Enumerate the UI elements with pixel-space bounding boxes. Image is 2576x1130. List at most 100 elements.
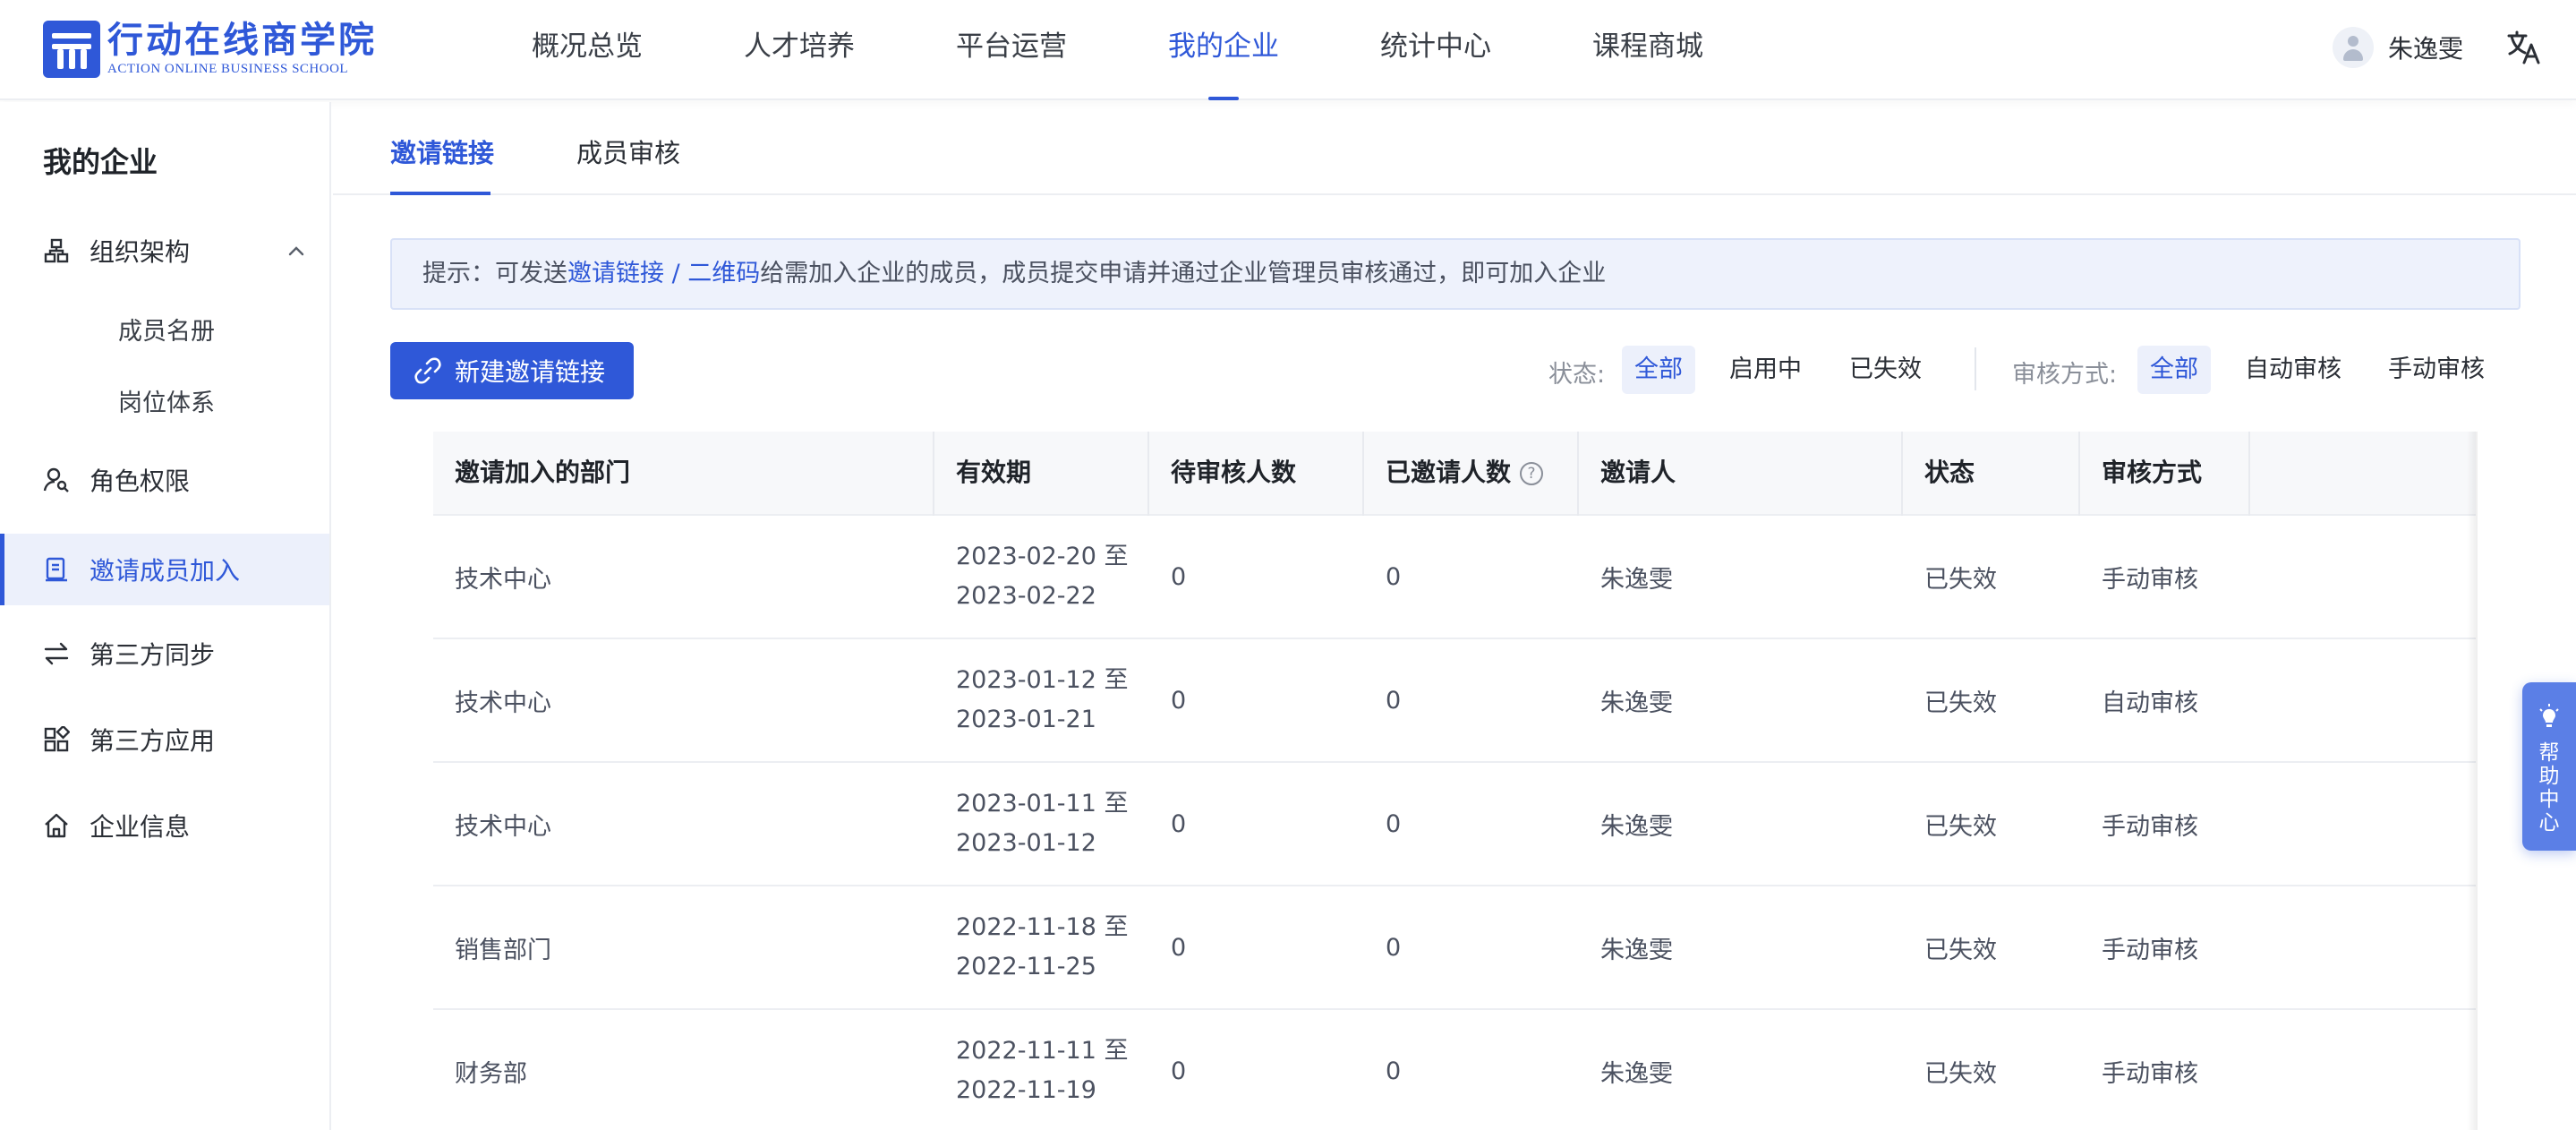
table-row: 财务部 2022-11-11 至 2022-11-19 0 0 朱逸雯 已失效 … — [433, 1010, 2476, 1130]
cell-status: 已失效 — [1924, 689, 1997, 717]
review-filter-manual[interactable]: 手动审核 — [2376, 346, 2497, 394]
cell-review-method: 自动审核 — [2102, 689, 2198, 717]
tip-link-separator: / — [664, 260, 688, 287]
status-filter-label: 状态: — [1548, 361, 1606, 389]
top-navigation-bar: 行动在线商学院 ACTION ONLINE BUSINESS SCHOOL 概况… — [0, 0, 2576, 100]
brand-logo[interactable]: 行动在线商学院 ACTION ONLINE BUSINESS SCHOOL — [43, 20, 377, 79]
nav-item-overview[interactable]: 概况总览 — [532, 0, 643, 100]
cell-status: 已失效 — [1924, 936, 1997, 964]
status-filter-expired[interactable]: 已失效 — [1837, 346, 1934, 394]
help-question-icon[interactable]: ? — [1520, 462, 1544, 485]
invite-icon — [46, 557, 67, 582]
cell-validity: 2022-11-18 至 2022-11-25 — [934, 886, 1129, 1008]
sidebar-item-third-party-apps[interactable]: 第三方应用 — [0, 704, 329, 775]
table-row: 技术中心 2023-01-12 至 2023-01-21 0 0 朱逸雯 已失效… — [433, 639, 2476, 763]
cell-invited: 0 — [1386, 809, 1402, 838]
tip-prefix: 提示：可发送 — [422, 260, 567, 287]
cell-status: 已失效 — [1924, 1059, 1997, 1088]
col-header-pending: 待审核人数 — [1149, 432, 1364, 516]
tip-link-invite[interactable]: 邀请链接 — [567, 260, 664, 287]
user-name: 朱逸雯 — [2388, 34, 2464, 64]
help-center-char: 助 — [2538, 765, 2560, 788]
nav-item-statistics[interactable]: 统计中心 — [1380, 0, 1491, 100]
cell-validity-to: 2022-11-19 — [956, 1076, 1096, 1104]
sidebar-item-enterprise-info[interactable]: 企业信息 — [0, 790, 329, 861]
sidebar-item-role-permissions[interactable]: 角色权限 — [0, 444, 329, 516]
tab-member-review[interactable]: 成员审核 — [576, 133, 680, 170]
help-center-char: 中 — [2538, 788, 2560, 811]
cell-invited: 0 — [1386, 933, 1402, 962]
sidebar-item-label: 第三方同步 — [90, 640, 216, 670]
col-header-status: 状态 — [1903, 432, 2080, 516]
cell-department: 财务部 — [455, 1059, 527, 1088]
nav-item-operations[interactable]: 平台运营 — [956, 0, 1067, 100]
tip-link-qrcode[interactable]: 二维码 — [687, 260, 760, 287]
cell-pending: 0 — [1171, 1057, 1187, 1085]
tip-suffix: 给需加入企业的成员，成员提交申请并通过企业管理员审核通过，即可加入企业 — [760, 260, 1607, 287]
sidebar-item-label: 角色权限 — [90, 467, 191, 496]
sidebar-item-invite-members[interactable]: 邀请成员加入 — [0, 534, 329, 605]
invite-links-table: 邀请加入的部门 有效期 待审核人数 已邀请人数? 邀请人 状态 审核方式 技术中… — [433, 432, 2476, 1130]
user-key-icon — [43, 467, 69, 492]
brand-name-en: ACTION ONLINE BUSINESS SCHOOL — [107, 62, 349, 76]
sidebar-item-label: 第三方应用 — [90, 726, 216, 756]
table-header: 邀请加入的部门 有效期 待审核人数 已邀请人数? 邀请人 状态 审核方式 — [433, 432, 2476, 516]
col-header-review-method: 审核方式 — [2080, 432, 2250, 516]
new-invite-link-label: 新建邀请链接 — [455, 357, 606, 387]
nav-active-indicator — [1208, 97, 1239, 100]
cell-pending: 0 — [1171, 686, 1187, 715]
tip-banner: 提示：可发送邀请链接 / 二维码给需加入企业的成员，成员提交申请并通过企业管理员… — [390, 238, 2521, 310]
sidebar-subitem-position-system[interactable]: 岗位体系 — [118, 383, 215, 418]
cell-review-method: 手动审核 — [2102, 936, 2198, 964]
sidebar-title: 我的企业 — [43, 145, 158, 179]
sidebar-item-label: 邀请成员加入 — [90, 556, 241, 586]
brand-name-cn: 行动在线商学院 — [107, 20, 377, 61]
cell-validity: 2023-02-20 至 2023-02-22 — [934, 516, 1129, 638]
cell-validity-to: 2023-01-12 — [956, 829, 1096, 857]
lightbulb-icon — [2539, 704, 2559, 727]
cell-validity-from: 2023-01-11 至 — [956, 790, 1129, 818]
help-center-button[interactable]: 帮 助 中 心 — [2522, 682, 2576, 851]
cell-validity: 2022-11-11 至 2022-11-19 — [934, 1010, 1129, 1130]
cell-validity-from: 2023-02-20 至 — [956, 543, 1129, 570]
review-filter-label: 审核方式: — [2012, 361, 2118, 389]
nav-item-talent[interactable]: 人才培养 — [744, 0, 855, 100]
status-filter-active[interactable]: 启用中 — [1717, 346, 1814, 394]
cell-department: 销售部门 — [455, 936, 551, 964]
col-header-department: 邀请加入的部门 — [433, 432, 934, 516]
cell-invited: 0 — [1386, 686, 1402, 715]
cell-invited: 0 — [1386, 1057, 1402, 1085]
cell-pending: 0 — [1171, 562, 1187, 591]
sync-icon — [44, 642, 69, 665]
cell-department: 技术中心 — [455, 565, 551, 594]
table-row: 技术中心 2023-01-11 至 2023-01-12 0 0 朱逸雯 已失效… — [433, 763, 2476, 886]
filter-divider — [1975, 347, 1976, 390]
cell-validity-to: 2023-02-22 — [956, 582, 1096, 610]
nav-item-course-mall[interactable]: 课程商城 — [1592, 0, 1703, 100]
col-header-invited-label: 已邀请人数 — [1386, 458, 1512, 487]
tab-active-indicator — [390, 192, 490, 195]
review-filter-all[interactable]: 全部 — [2137, 346, 2211, 394]
cell-validity: 2023-01-11 至 2023-01-12 — [934, 763, 1129, 885]
translate-icon[interactable] — [2506, 27, 2542, 68]
help-center-char: 心 — [2538, 811, 2560, 835]
nav-item-my-enterprise[interactable]: 我的企业 — [1168, 0, 1279, 100]
cell-inviter: 朱逸雯 — [1600, 565, 1673, 594]
new-invite-link-button[interactable]: 新建邀请链接 — [390, 342, 634, 399]
review-filter-auto[interactable]: 自动审核 — [2232, 346, 2354, 394]
sidebar-subitem-member-roster[interactable]: 成员名册 — [118, 312, 215, 347]
user-menu[interactable]: 朱逸雯 — [2333, 25, 2463, 70]
cell-pending: 0 — [1171, 933, 1187, 962]
home-icon — [45, 813, 68, 838]
sidebar-item-third-party-sync[interactable]: 第三方同步 — [0, 618, 329, 689]
sidebar: 我的企业 组织架构 成员名册 岗位体系 角色权限 邀请成员加入 第三方同步 第三… — [0, 102, 331, 1130]
cell-validity-from: 2023-01-12 至 — [956, 666, 1129, 694]
cell-review-method: 手动审核 — [2102, 1059, 2198, 1088]
sidebar-item-label: 企业信息 — [90, 812, 191, 842]
status-filter-all[interactable]: 全部 — [1622, 346, 1695, 394]
cell-inviter: 朱逸雯 — [1600, 1059, 1673, 1088]
sidebar-item-org-structure[interactable]: 组织架构 — [0, 215, 329, 287]
tab-invite-link[interactable]: 邀请链接 — [390, 133, 494, 170]
cell-validity-from: 2022-11-18 至 — [956, 913, 1129, 941]
chevron-up-icon[interactable] — [285, 239, 308, 262]
